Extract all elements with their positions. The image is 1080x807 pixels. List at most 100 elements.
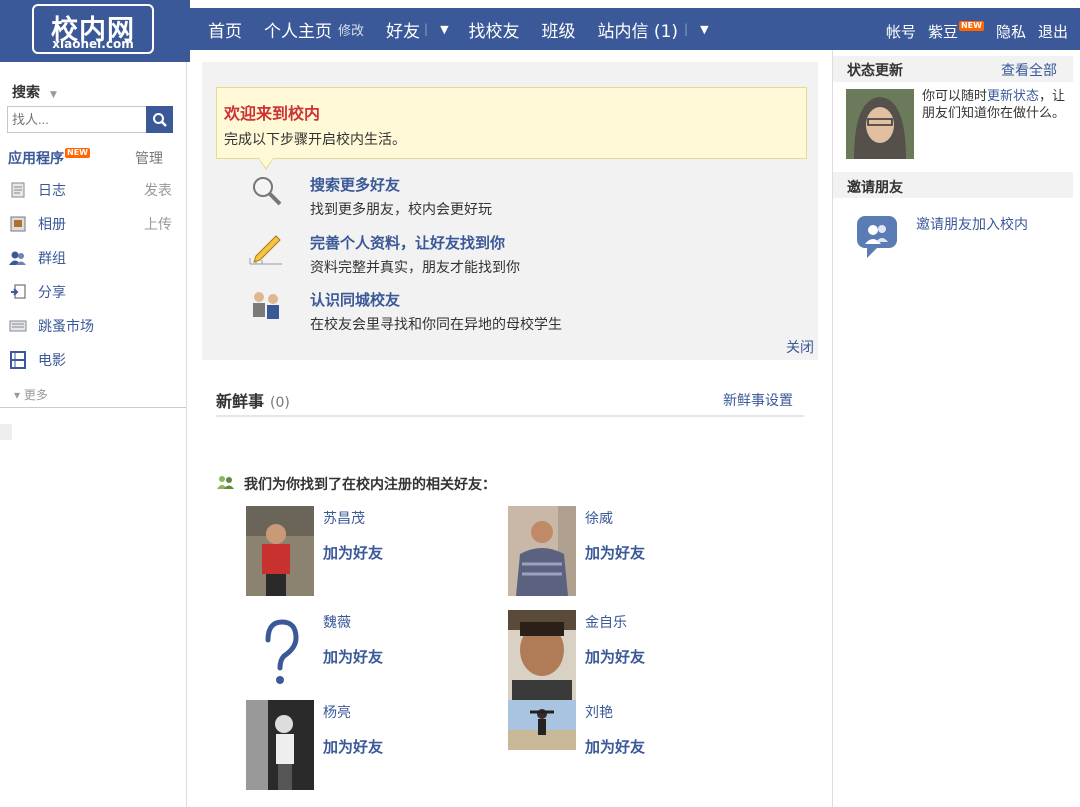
status-prompt-text: 你可以随时 bbox=[922, 89, 988, 104]
beans-link[interactable]: 紫豆 NEW bbox=[928, 21, 984, 42]
journal-post-link[interactable]: 发表 bbox=[144, 180, 172, 200]
pencil-icon bbox=[248, 230, 284, 266]
nav-profile-edit[interactable]: 修改 bbox=[338, 20, 364, 39]
friend-photo[interactable] bbox=[246, 700, 314, 790]
sidebar-item-label: 分享 bbox=[38, 285, 66, 301]
sidebar-item-label: 日志 bbox=[38, 183, 66, 199]
left-sidebar: 搜索 ▼ 应用程序NEW 管理 日志 发表 相册 上传 群组 分享 bbox=[0, 62, 188, 807]
found-friends-heading: 我们为你找到了在校内注册的相关好友： bbox=[216, 474, 496, 494]
add-friend-button[interactable]: 加为好友 bbox=[585, 542, 645, 563]
add-friend-button[interactable]: 加为好友 bbox=[323, 646, 383, 667]
friend-name[interactable]: 杨亮 bbox=[323, 702, 351, 722]
friend-photo[interactable] bbox=[508, 506, 576, 596]
step-description: 资料完整并真实，朋友才能找到你 bbox=[310, 260, 520, 276]
logo-frame: 校内网 xiaonei.com bbox=[32, 4, 154, 54]
close-welcome-link[interactable]: 关闭 bbox=[786, 337, 814, 357]
main-content: 欢迎来到校内 完成以下步骤开启校内生活。 搜索更多好友 找到更多朋友，校内会更好… bbox=[188, 50, 832, 807]
new-badge: NEW bbox=[958, 21, 984, 31]
friend-suggestion: 金自乐 加为好友 bbox=[508, 610, 758, 700]
friend-name[interactable]: 魏薇 bbox=[323, 612, 351, 632]
add-friend-button[interactable]: 加为好友 bbox=[323, 542, 383, 563]
main-nav: 首页 个人主页 修改 好友 | ▼ 找校友 班级 站内信 (1) | ▼ bbox=[208, 17, 729, 42]
add-friend-button[interactable]: 加为好友 bbox=[585, 736, 645, 757]
sidebar-item-label: 相册 bbox=[38, 217, 66, 233]
friend-suggestion: 杨亮 加为好友 bbox=[246, 700, 496, 790]
friends-dropdown-icon[interactable]: ▼ bbox=[440, 23, 448, 36]
apps-manage-link[interactable]: 管理 bbox=[135, 148, 163, 168]
update-status-link[interactable]: 更新状态 bbox=[987, 89, 1039, 104]
welcome-title: 欢迎来到校内 bbox=[224, 104, 321, 123]
logo-domain: xiaonei.com bbox=[52, 37, 134, 51]
invite-friends-icon[interactable] bbox=[855, 214, 901, 260]
nav-find-alumni[interactable]: 找校友 bbox=[469, 17, 520, 42]
default-avatar-icon[interactable] bbox=[246, 610, 314, 700]
nav-class[interactable]: 班级 bbox=[542, 17, 576, 42]
site-logo[interactable]: 校内网 xiaonei.com bbox=[0, 0, 190, 62]
status-update-title: 状态更新 bbox=[847, 63, 903, 79]
logout-link[interactable]: 退出 bbox=[1038, 21, 1068, 42]
share-icon bbox=[8, 283, 28, 301]
nav-profile[interactable]: 个人主页 bbox=[264, 17, 332, 42]
sidebar-item-groups[interactable]: 群组 bbox=[8, 246, 178, 270]
sidebar-item-albums[interactable]: 相册 上传 bbox=[8, 212, 178, 236]
search-title-label: 搜索 bbox=[12, 85, 40, 101]
step-description: 找到更多朋友，校内会更好玩 bbox=[310, 202, 492, 218]
friend-name[interactable]: 徐威 bbox=[585, 508, 613, 528]
step-title-link[interactable]: 完善个人资料，让好友找到你 bbox=[310, 232, 505, 253]
photo-album-icon bbox=[8, 215, 28, 233]
search-icon bbox=[152, 112, 167, 127]
friend-suggestion: 刘艳 加为好友 bbox=[508, 700, 758, 790]
flea-market-icon bbox=[8, 317, 28, 335]
news-settings-link[interactable]: 新鲜事设置 bbox=[723, 390, 793, 410]
friend-name[interactable]: 金自乐 bbox=[585, 612, 627, 632]
news-title-label: 新鲜事 bbox=[216, 392, 265, 411]
search-section-title[interactable]: 搜索 ▼ bbox=[12, 82, 57, 102]
sidebar-item-label: 群组 bbox=[38, 251, 66, 267]
sidebar-item-share[interactable]: 分享 bbox=[8, 280, 178, 304]
album-upload-link[interactable]: 上传 bbox=[144, 214, 172, 234]
sidebar-item-label: 跳蚤市场 bbox=[38, 319, 94, 335]
friend-suggestion: 魏薇 加为好友 bbox=[246, 610, 496, 700]
sidebar-divider bbox=[0, 407, 186, 408]
step-description: 在校友会里寻找和你同在异地的母校学生 bbox=[310, 317, 562, 333]
add-friend-button[interactable]: 加为好友 bbox=[585, 646, 645, 667]
apps-title[interactable]: 应用程序 NEW bbox=[8, 148, 90, 168]
more-apps-link[interactable]: ▾ 更多 bbox=[14, 386, 48, 403]
sidebar-item-journal[interactable]: 日志 发表 bbox=[8, 178, 178, 202]
search-field[interactable] bbox=[7, 106, 147, 133]
sidebar-stub bbox=[0, 424, 12, 440]
step-title-link[interactable]: 认识同城校友 bbox=[310, 289, 400, 310]
friend-photo[interactable] bbox=[508, 610, 576, 700]
view-all-link[interactable]: 查看全部 bbox=[1001, 60, 1057, 80]
friend-name[interactable]: 苏昌茂 bbox=[323, 508, 365, 528]
messages-dropdown-icon[interactable]: ▼ bbox=[700, 23, 708, 36]
friend-photo[interactable] bbox=[246, 506, 314, 596]
sidebar-item-flea-market[interactable]: 跳蚤市场 bbox=[8, 314, 178, 338]
news-feed-title: 新鲜事 (0) bbox=[216, 388, 290, 412]
status-prompt: 你可以随时更新状态，让朋友们知道你在做什么。 bbox=[922, 88, 1072, 122]
friend-name[interactable]: 刘艳 bbox=[585, 702, 613, 722]
banner-pointer-fill bbox=[259, 158, 273, 168]
friend-suggestion: 徐威 加为好友 bbox=[508, 506, 758, 596]
beans-label: 紫豆 bbox=[927, 23, 958, 41]
account-link[interactable]: 帐号 bbox=[886, 21, 916, 42]
news-divider bbox=[216, 415, 804, 417]
step-title-link[interactable]: 搜索更多好友 bbox=[310, 174, 400, 195]
invite-friends-link[interactable]: 邀请朋友加入校内 bbox=[916, 214, 1028, 234]
nav-messages[interactable]: 站内信 (1) bbox=[598, 17, 678, 42]
nav-home[interactable]: 首页 bbox=[208, 17, 242, 42]
privacy-link[interactable]: 隐私 bbox=[996, 21, 1026, 42]
top-right-links: 帐号 紫豆 NEW 隐私 退出 bbox=[874, 21, 1068, 42]
add-friend-button[interactable]: 加为好友 bbox=[323, 736, 383, 757]
search-input[interactable] bbox=[8, 107, 146, 132]
sidebar-divider bbox=[186, 62, 187, 807]
invite-friends-title: 邀请朋友 bbox=[847, 180, 903, 196]
nav-friends[interactable]: 好友 bbox=[386, 17, 420, 42]
avatar[interactable] bbox=[846, 89, 914, 159]
sidebar-item-label: 电影 bbox=[38, 353, 66, 369]
sidebar-item-movies[interactable]: 电影 bbox=[8, 348, 178, 372]
journal-icon bbox=[8, 181, 28, 199]
step-search-friends: 搜索更多好友 找到更多朋友，校内会更好玩 bbox=[248, 172, 808, 222]
search-button[interactable] bbox=[146, 106, 173, 133]
friend-photo[interactable] bbox=[508, 700, 576, 790]
